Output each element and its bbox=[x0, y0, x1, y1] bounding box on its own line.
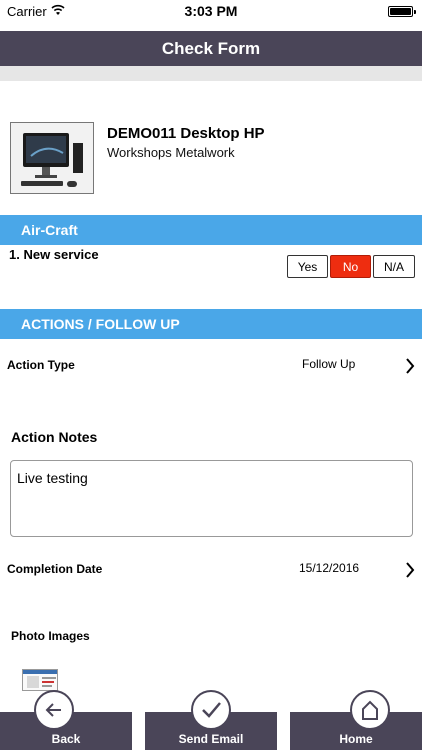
arrow-left-icon bbox=[45, 703, 61, 717]
section-title: ACTIONS / FOLLOW UP bbox=[21, 316, 180, 332]
photo-icon bbox=[23, 670, 57, 688]
status-time: 3:03 PM bbox=[184, 3, 238, 19]
house-icon bbox=[362, 700, 378, 720]
action-notes-field[interactable]: Live testing bbox=[10, 460, 413, 537]
send-email-icon[interactable] bbox=[191, 690, 231, 730]
section-title: Air-Craft bbox=[21, 222, 78, 238]
action-type-value: Follow Up bbox=[302, 357, 356, 371]
nav-divider bbox=[0, 66, 422, 81]
asset-name: DEMO011 Desktop HP bbox=[107, 125, 265, 142]
desktop-computer-icon bbox=[11, 123, 93, 193]
photo-images-label: Photo Images bbox=[11, 629, 90, 643]
question-text: 1. New service bbox=[9, 247, 99, 262]
chevron-right-icon[interactable] bbox=[405, 562, 415, 578]
page-title: Check Form bbox=[161, 38, 261, 58]
section-header-actions: ACTIONS / FOLLOW UP bbox=[0, 309, 422, 339]
back-icon[interactable] bbox=[34, 690, 74, 730]
answer-na-button[interactable]: N/A bbox=[373, 255, 415, 278]
answer-no-button[interactable]: No bbox=[330, 255, 371, 278]
asset-card: DEMO011 Desktop HP Workshops Metalwork bbox=[0, 82, 422, 212]
answer-group: Yes No N/A bbox=[287, 255, 415, 278]
completion-date-value: 15/12/2016 bbox=[299, 561, 360, 575]
asset-image[interactable] bbox=[10, 122, 94, 194]
nav-bar: Check Form bbox=[0, 31, 422, 66]
action-type-label: Action Type bbox=[7, 358, 75, 372]
asset-location: Workshops Metalwork bbox=[107, 145, 235, 160]
completion-date-label: Completion Date bbox=[7, 562, 103, 576]
chevron-right-icon[interactable] bbox=[405, 358, 415, 374]
action-notes-label: Action Notes bbox=[11, 429, 98, 445]
answer-yes-button[interactable]: Yes bbox=[287, 255, 328, 278]
home-label: Home bbox=[339, 732, 373, 746]
home-icon[interactable] bbox=[350, 690, 390, 730]
checkmark-icon bbox=[202, 702, 221, 718]
battery-icon bbox=[388, 6, 416, 17]
back-label: Back bbox=[51, 732, 81, 746]
section-header-aircraft: Air-Craft bbox=[0, 215, 422, 245]
photo-thumbnail[interactable] bbox=[22, 669, 58, 691]
send-email-label: Send Email bbox=[178, 732, 244, 746]
status-bar: Carrier 3:03 PM bbox=[0, 0, 422, 24]
